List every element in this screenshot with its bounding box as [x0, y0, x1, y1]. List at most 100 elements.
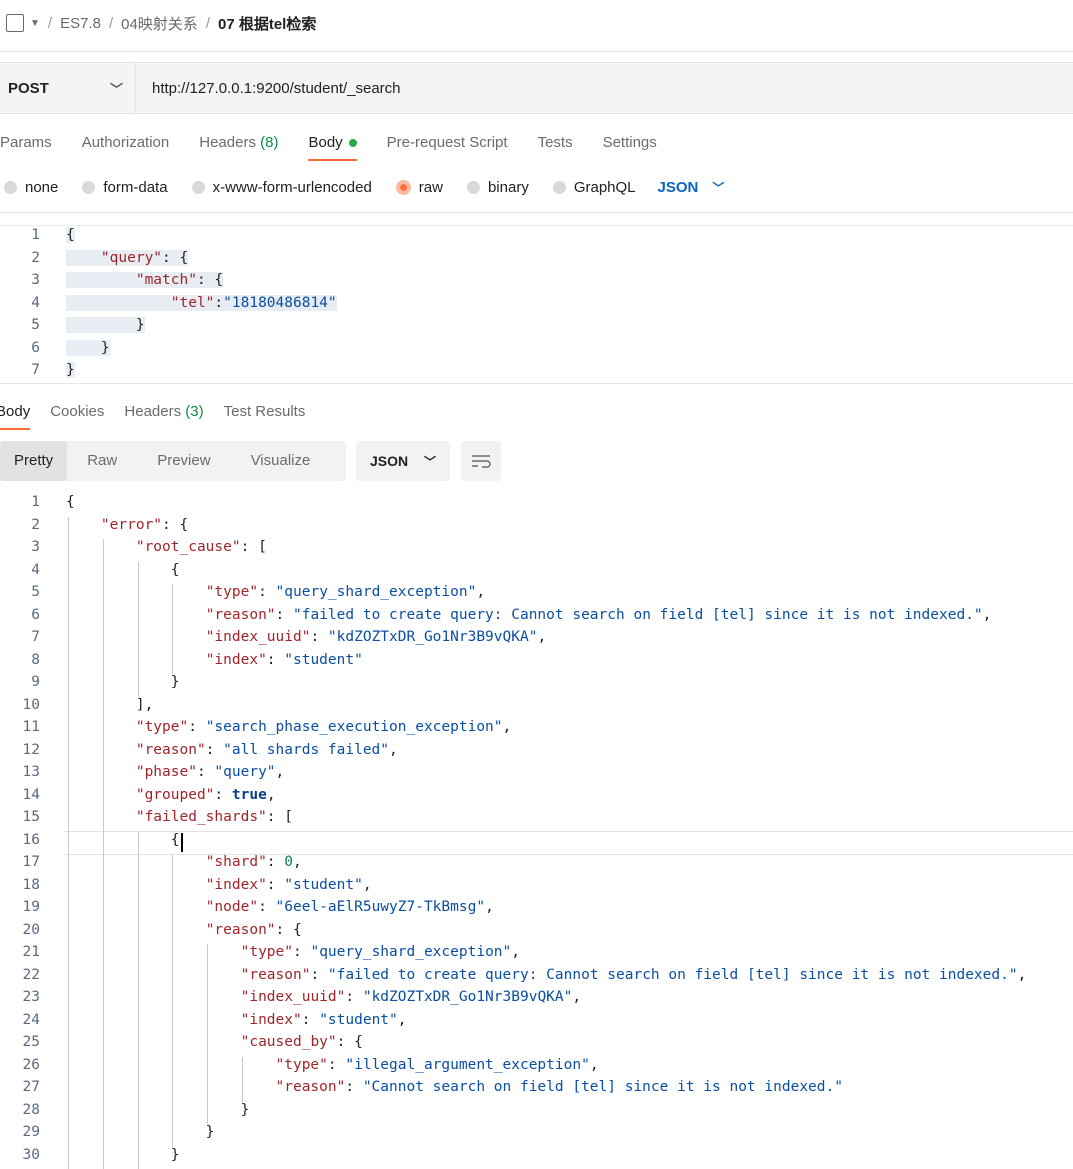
indent-guide — [103, 607, 104, 630]
body-format-select[interactable]: JSON﹀ — [658, 179, 725, 196]
code-line: } — [66, 1102, 249, 1118]
indent-guide — [68, 1102, 69, 1125]
tab-body[interactable]: Body — [308, 126, 356, 159]
code-line: "failed_shards": [ — [66, 809, 293, 825]
indent-guide — [103, 922, 104, 945]
code-line: "index_uuid": "kdZOZTxDR_Go1Nr3B9vQKA", — [66, 989, 581, 1005]
indent-guide — [138, 1012, 139, 1035]
radio-urlencoded[interactable]: x-www-form-urlencoded — [188, 179, 372, 196]
headers-count: (3) — [185, 403, 203, 420]
indent-guide — [103, 1034, 104, 1057]
code-line: ], — [66, 697, 153, 713]
radio-binary[interactable]: binary — [463, 179, 529, 196]
status-dot-icon — [349, 139, 357, 147]
tab-tests[interactable]: Tests — [538, 126, 573, 159]
indent-guide — [172, 1079, 173, 1102]
line-number: 6 — [0, 607, 40, 623]
indent-guide — [68, 629, 69, 652]
indent-guide — [68, 967, 69, 990]
line-number: 5 — [0, 317, 40, 333]
code-line: } — [66, 340, 110, 356]
line-number: 17 — [0, 854, 40, 870]
indent-guide — [138, 989, 139, 1012]
indent-guide — [68, 787, 69, 810]
tab-cookies[interactable]: Cookies — [50, 395, 104, 428]
tab-test-results[interactable]: Test Results — [224, 395, 306, 428]
line-number: 9 — [0, 674, 40, 690]
tab-headers[interactable]: Headers (8) — [199, 126, 278, 159]
response-body-viewer[interactable]: 1{2 "error": {3 "root_cause": [4 {5 "typ… — [0, 494, 1073, 1166]
collection-icon[interactable] — [6, 14, 24, 32]
tab-authorization[interactable]: Authorization — [82, 126, 170, 159]
line-number: 7 — [0, 362, 40, 378]
indent-guide — [103, 1124, 104, 1147]
method-select[interactable]: POST ﹀ — [0, 63, 136, 113]
code-line: } — [66, 362, 75, 378]
indent-guide — [172, 1034, 173, 1057]
indent-guide — [68, 944, 69, 967]
line-number: 26 — [0, 1057, 40, 1073]
line-number: 27 — [0, 1079, 40, 1095]
indent-guide — [103, 629, 104, 652]
indent-guide — [138, 1124, 139, 1147]
indent-guide — [138, 1057, 139, 1080]
format-preview[interactable]: Preview — [137, 441, 230, 481]
format-pretty[interactable]: Pretty — [0, 441, 67, 481]
divider — [0, 383, 1073, 384]
request-body-editor[interactable]: 1{2 "query": {3 "match": {4 "tel":"18180… — [0, 225, 1073, 380]
headers-count: (8) — [260, 134, 278, 151]
indent-guide — [138, 1102, 139, 1125]
url-input[interactable]: http://127.0.0.1:9200/student/_search — [136, 80, 401, 97]
line-number: 16 — [0, 832, 40, 848]
tab-params[interactable]: Params — [0, 126, 52, 159]
radio-icon — [4, 181, 17, 194]
indent-guide — [68, 1124, 69, 1147]
request-title[interactable]: 07 根据tel检索 — [218, 13, 316, 34]
indent-guide — [103, 719, 104, 742]
line-number: 30 — [0, 1147, 40, 1163]
line-number: 25 — [0, 1034, 40, 1050]
indent-guide — [103, 989, 104, 1012]
code-line: { — [66, 832, 180, 848]
line-number: 11 — [0, 719, 40, 735]
indent-guide — [138, 1079, 139, 1102]
tab-settings[interactable]: Settings — [603, 126, 657, 159]
line-number: 28 — [0, 1102, 40, 1118]
line-number: 1 — [0, 494, 40, 510]
code-line: "match": { — [66, 272, 223, 288]
indent-guide — [68, 539, 69, 562]
response-language-select[interactable]: JSON ﹀ — [356, 441, 450, 481]
code-line: "index": "student" — [66, 652, 363, 668]
code-line: "root_cause": [ — [66, 539, 267, 555]
wrap-lines-button[interactable] — [461, 441, 501, 481]
tab-response-body[interactable]: Body — [0, 395, 30, 428]
line-number: 19 — [0, 899, 40, 915]
format-visualize[interactable]: Visualize — [231, 441, 331, 481]
radio-form-data[interactable]: form-data — [78, 179, 167, 196]
caret-down-icon[interactable]: ▼ — [30, 18, 40, 29]
indent-guide — [68, 674, 69, 697]
line-number: 20 — [0, 922, 40, 938]
indent-guide — [103, 899, 104, 922]
line-number: 6 — [0, 340, 40, 356]
radio-graphql[interactable]: GraphQL — [549, 179, 636, 196]
indent-guide — [103, 832, 104, 855]
code-line: "type": "query_shard_exception", — [66, 584, 485, 600]
breadcrumb-item[interactable]: 04映射关系 — [121, 13, 198, 34]
response-controls: Pretty Raw Preview Visualize JSON ﹀ — [0, 441, 1073, 481]
indent-guide — [103, 854, 104, 877]
indent-guide — [207, 944, 208, 967]
code-line: "type": "search_phase_execution_exceptio… — [66, 719, 511, 735]
code-line: "reason": "all shards failed", — [66, 742, 398, 758]
indent-guide — [68, 584, 69, 607]
body-type-options: none form-data x-www-form-urlencoded raw… — [0, 172, 1073, 202]
code-line: "type": "query_shard_exception", — [66, 944, 520, 960]
tab-pre-request-script[interactable]: Pre-request Script — [387, 126, 508, 159]
radio-none[interactable]: none — [0, 179, 58, 196]
indent-guide — [207, 1034, 208, 1057]
format-raw[interactable]: Raw — [67, 441, 137, 481]
code-line: "index": "student", — [66, 877, 372, 893]
tab-response-headers[interactable]: Headers (3) — [124, 395, 203, 428]
radio-raw[interactable]: raw — [392, 179, 443, 196]
breadcrumb-item[interactable]: ES7.8 — [60, 15, 101, 32]
